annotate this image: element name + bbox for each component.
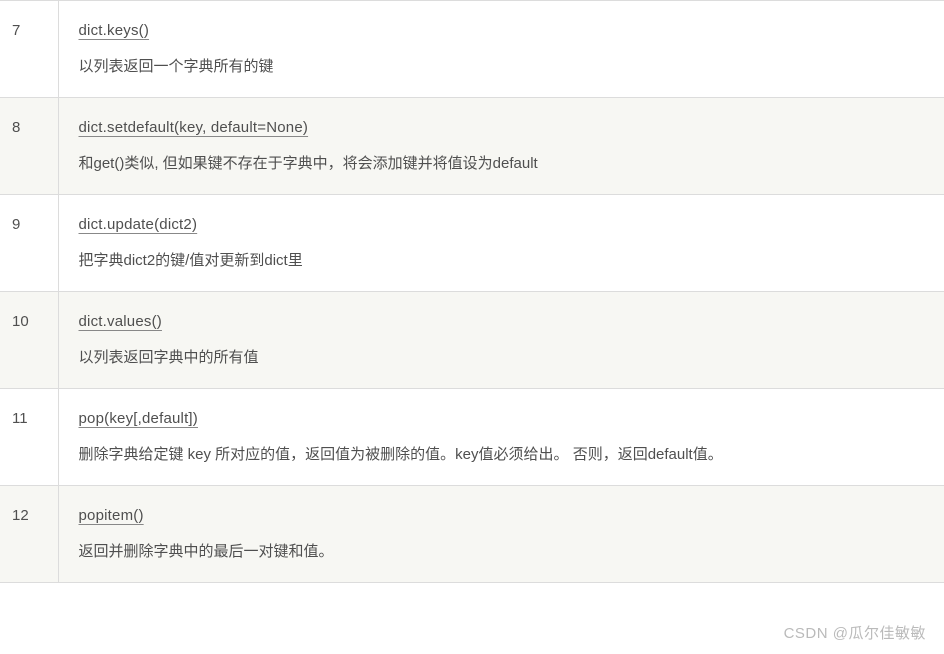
method-description: 和get()类似, 但如果键不存在于字典中，将会添加键并将值设为default	[79, 152, 929, 176]
methods-table: 7 dict.keys() 以列表返回一个字典所有的键 8 dict.setde…	[0, 0, 944, 583]
row-number: 7	[0, 1, 58, 98]
row-number: 10	[0, 292, 58, 389]
method-description: 以列表返回一个字典所有的键	[79, 55, 929, 79]
method-link[interactable]: dict.setdefault(key, default=None)	[79, 116, 309, 140]
method-description: 返回并删除字典中的最后一对键和值。	[79, 540, 929, 564]
watermark-text: CSDN @瓜尔佳敏敏	[784, 622, 926, 646]
method-description: 删除字典给定键 key 所对应的值，返回值为被删除的值。key值必须给出。 否则…	[79, 443, 929, 467]
row-number: 12	[0, 486, 58, 583]
table-row: 8 dict.setdefault(key, default=None) 和ge…	[0, 98, 944, 195]
row-content: popitem() 返回并删除字典中的最后一对键和值。	[58, 486, 944, 583]
table-row: 12 popitem() 返回并删除字典中的最后一对键和值。	[0, 486, 944, 583]
row-number: 8	[0, 98, 58, 195]
row-content: dict.setdefault(key, default=None) 和get(…	[58, 98, 944, 195]
row-number: 11	[0, 389, 58, 486]
row-content: dict.values() 以列表返回字典中的所有值	[58, 292, 944, 389]
row-content: pop(key[,default]) 删除字典给定键 key 所对应的值，返回值…	[58, 389, 944, 486]
method-link[interactable]: pop(key[,default])	[79, 407, 199, 431]
row-number: 9	[0, 195, 58, 292]
method-link[interactable]: dict.values()	[79, 310, 162, 334]
table-row: 10 dict.values() 以列表返回字典中的所有值	[0, 292, 944, 389]
method-description: 把字典dict2的键/值对更新到dict里	[79, 249, 929, 273]
table-row: 7 dict.keys() 以列表返回一个字典所有的键	[0, 1, 944, 98]
method-link[interactable]: dict.keys()	[79, 19, 150, 43]
table-row: 9 dict.update(dict2) 把字典dict2的键/值对更新到dic…	[0, 195, 944, 292]
table-row: 11 pop(key[,default]) 删除字典给定键 key 所对应的值，…	[0, 389, 944, 486]
method-description: 以列表返回字典中的所有值	[79, 346, 929, 370]
row-content: dict.update(dict2) 把字典dict2的键/值对更新到dict里	[58, 195, 944, 292]
method-link[interactable]: dict.update(dict2)	[79, 213, 198, 237]
method-link[interactable]: popitem()	[79, 504, 144, 528]
row-content: dict.keys() 以列表返回一个字典所有的键	[58, 1, 944, 98]
